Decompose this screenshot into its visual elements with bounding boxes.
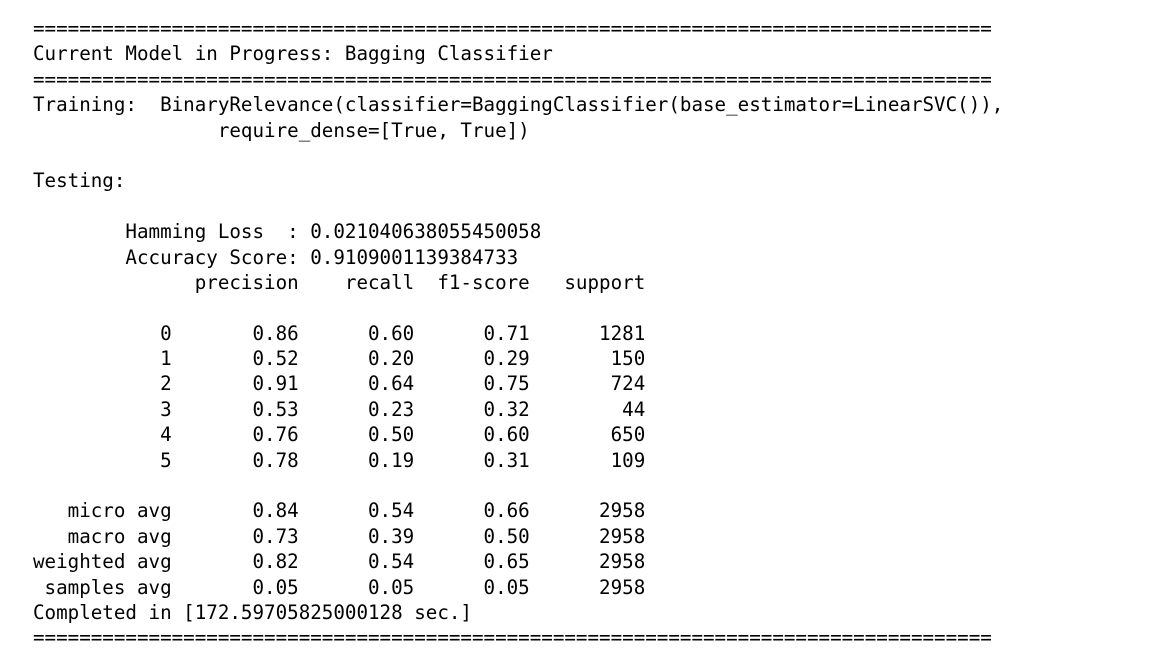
separator-line: ========================================… bbox=[33, 626, 992, 650]
report-row-2: 2 0.91 0.64 0.75 724 bbox=[33, 372, 646, 396]
hamming-loss-line: Hamming Loss : 0.021040638055450058 bbox=[33, 220, 542, 244]
separator-line: ========================================… bbox=[33, 67, 992, 91]
training-continuation-line: require_dense=[True, True]) bbox=[33, 118, 530, 142]
report-row-micro-avg: micro avg 0.84 0.54 0.66 2958 bbox=[33, 499, 646, 523]
testing-line: Testing: bbox=[33, 169, 126, 193]
separator-line: ========================================… bbox=[33, 17, 992, 40]
report-row-4: 4 0.76 0.50 0.60 650 bbox=[33, 423, 646, 447]
model-title-line: Current Model in Progress: Bagging Class… bbox=[33, 42, 553, 66]
report-row-weighted-avg: weighted avg 0.82 0.54 0.65 2958 bbox=[33, 550, 646, 574]
report-row-samples-avg: samples avg 0.05 0.05 0.05 2958 bbox=[33, 575, 646, 599]
report-row-5: 5 0.78 0.19 0.31 109 bbox=[33, 448, 646, 472]
report-row-1: 1 0.52 0.20 0.29 150 bbox=[33, 347, 646, 371]
console-output: ========================================… bbox=[33, 16, 1003, 651]
report-row-0: 0 0.86 0.60 0.71 1281 bbox=[33, 321, 646, 345]
accuracy-score-line: Accuracy Score: 0.9109001139384733 bbox=[33, 245, 519, 269]
report-row-3: 3 0.53 0.23 0.32 44 bbox=[33, 397, 646, 421]
training-line: Training: BinaryRelevance(classifier=Bag… bbox=[33, 93, 1004, 117]
completed-time-line: Completed in [172.59705825000128 sec.] bbox=[33, 600, 472, 624]
report-row-macro-avg: macro avg 0.73 0.39 0.50 2958 bbox=[33, 524, 646, 548]
report-header-line: precision recall f1-score support bbox=[33, 270, 646, 294]
